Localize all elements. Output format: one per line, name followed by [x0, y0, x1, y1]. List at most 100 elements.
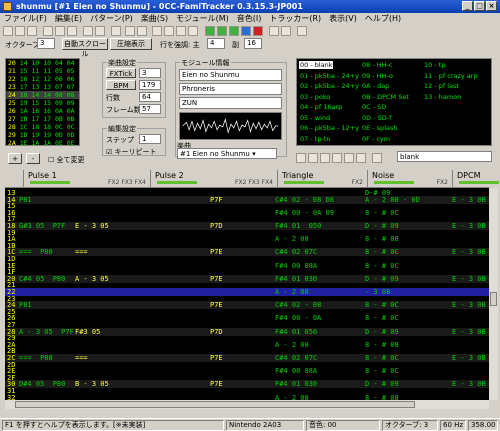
frame-row[interactable]: 21 15 11 11 05 05	[6, 67, 79, 75]
instrument-item[interactable]: 0C - SD	[361, 103, 386, 111]
frame-row[interactable]: 27 1B 17 17 0B 0B	[6, 115, 79, 123]
menu-pattern[interactable]: パターン(P)	[86, 14, 137, 23]
frame-row[interactable]: 25 19 15 15 09 09	[6, 99, 79, 107]
maximize-button[interactable]: □	[474, 1, 485, 11]
frame-row[interactable]: 28 1C 18 18 0C 0C	[6, 123, 79, 131]
menu-help[interactable]: ヘルプ(H)	[361, 14, 405, 23]
instrument-item[interactable]: 09 - HH-o	[361, 72, 393, 80]
menu-module[interactable]: モジュール(M)	[172, 14, 233, 23]
instrument-item[interactable]: 0A - dap	[361, 82, 389, 90]
save-file-icon[interactable]	[27, 26, 37, 36]
remove-instrument-icon[interactable]	[308, 153, 318, 163]
channel-header-2[interactable]: Triangle FX2	[277, 170, 367, 188]
settings-icon[interactable]	[111, 26, 121, 36]
horizontal-scrollbar[interactable]	[5, 400, 489, 409]
frames-input[interactable]: 57	[139, 104, 161, 114]
fxx-button[interactable]: FXTick	[106, 68, 136, 78]
instrument-item[interactable]: 02 - pk5ba - 24+y	[299, 82, 359, 90]
play-row-icon[interactable]	[229, 26, 239, 36]
new-instrument-icon[interactable]	[296, 153, 306, 163]
instrument-item[interactable]: 08 - HH-c	[361, 61, 392, 69]
instrument-item[interactable]: 0E - splash	[361, 124, 398, 132]
horizontal-scroll-thumb[interactable]	[15, 401, 415, 408]
octave-select[interactable]: 3	[37, 38, 55, 49]
bpm-input[interactable]: 179	[139, 80, 161, 90]
instrument-item[interactable]: 00 - blank	[299, 61, 333, 69]
frame-row[interactable]: 24 18 14 14 08 08	[6, 91, 79, 99]
menu-song[interactable]: 楽曲(S)	[137, 14, 172, 23]
duplicate-instrument-icon[interactable]	[320, 153, 330, 163]
autoscroll-button[interactable]: 自動スクロール	[62, 38, 108, 58]
menu-edit[interactable]: 編集(E)	[51, 14, 86, 23]
wave-icon[interactable]	[164, 26, 174, 36]
keyrepeat-checkbox[interactable]: ☑ キーリピート	[106, 147, 157, 157]
channel-header-3[interactable]: Noise FX2	[367, 170, 452, 188]
redo-icon[interactable]	[95, 26, 105, 36]
instrument-item[interactable]: 13 - hamon	[423, 93, 461, 101]
instrument-item[interactable]: 0B - DPCM Set	[361, 93, 409, 101]
instrument-list[interactable]: 00 - blank 01 - pk5ba - 24+y 02 - pk5ba - …	[296, 58, 492, 146]
menu-instrument[interactable]: 音色(I)	[233, 14, 266, 23]
vertical-scrollbar[interactable]	[489, 188, 498, 400]
highlight-secondary-input[interactable]: 16	[244, 38, 262, 49]
frame-row[interactable]: 23 17 13 13 07 07	[6, 83, 79, 91]
frame-list[interactable]: 20 14 10 10 04 04 21 15 11 11 05 05 22 16 …	[5, 58, 80, 147]
new-file-icon[interactable]	[3, 26, 13, 36]
instrument-item[interactable]: 07 - tp-tn	[299, 135, 330, 143]
channel-header-0[interactable]: Pulse 1 FX2 FX3 FX4	[23, 170, 150, 188]
close-button[interactable]: ×	[486, 1, 497, 11]
record-icon[interactable]	[253, 26, 263, 36]
channel-header-4[interactable]: DPCM	[452, 170, 499, 188]
paste-icon[interactable]	[67, 26, 77, 36]
instrument-item[interactable]: 03 - poko	[299, 93, 330, 101]
instrument-item[interactable]: 0D - SD-f	[361, 114, 391, 122]
edit-instrument-icon[interactable]	[356, 153, 366, 163]
frame-row[interactable]: 22 16 12 12 06 06	[6, 75, 79, 83]
instrument-name-input[interactable]: blank	[397, 151, 492, 162]
add-frame-button[interactable]: +	[8, 153, 22, 164]
rows-input[interactable]: 64	[139, 92, 161, 102]
vertical-scroll-thumb[interactable]	[490, 292, 497, 306]
instrument-icon[interactable]	[152, 26, 162, 36]
open-file-icon[interactable]	[15, 26, 25, 36]
instrument-item[interactable]: 04 - pf 16arp	[299, 103, 342, 111]
highlight-primary-input[interactable]: 4	[207, 38, 225, 49]
undo-icon[interactable]	[83, 26, 93, 36]
remove-frame-button[interactable]: -	[26, 153, 40, 164]
channel-header-1[interactable]: Pulse 2 FX2 FX3 FX4	[150, 170, 277, 188]
nsf-icon[interactable]	[297, 26, 307, 36]
copy-icon[interactable]	[55, 26, 65, 36]
instrument-settings-icon[interactable]	[372, 153, 382, 163]
module-copyright-input[interactable]: ZUN	[179, 97, 282, 109]
instrument-item[interactable]: 11 - pf crazy arp	[423, 72, 478, 80]
minimize-button[interactable]: _	[462, 1, 473, 11]
instrument-item[interactable]: 0F - cym	[361, 135, 390, 143]
module-name-input[interactable]: Eien no Shunmu	[179, 69, 282, 81]
song-select[interactable]: #1 Eien no Shunmu ▾	[177, 148, 277, 159]
instrument-item[interactable]: 05 - wind	[299, 114, 330, 122]
song-icon[interactable]	[188, 26, 198, 36]
instrument-item[interactable]: 12 - pf last	[423, 82, 459, 90]
step-input[interactable]: 1	[139, 134, 161, 144]
stop-icon[interactable]	[241, 26, 251, 36]
menu-tracker[interactable]: トラッカー(R)	[265, 14, 325, 23]
menu-file[interactable]: ファイル(F)	[0, 14, 51, 23]
play-icon[interactable]	[205, 26, 215, 36]
pencil-icon[interactable]	[137, 26, 147, 36]
frame-row[interactable]: 20 14 10 10 04 04	[6, 59, 79, 67]
fxx-input[interactable]: 3	[139, 68, 161, 78]
play-loop-icon[interactable]	[217, 26, 227, 36]
change-all-checkbox[interactable]: ☐ 全て変更	[48, 155, 85, 165]
pattern-editor[interactable]: 13 D-# 09 14 P81 P7F C#4 02 - 08 D8 A - 2 00 -…	[5, 188, 489, 400]
cut-icon[interactable]	[43, 26, 53, 36]
instrument-item[interactable]: 06 - pk5ba - 12+y	[299, 124, 359, 132]
menu-view[interactable]: 表示(V)	[325, 14, 361, 23]
instrument-item[interactable]: 01 - pk5ba - 24+y	[299, 72, 359, 80]
module-icon[interactable]	[176, 26, 186, 36]
load-instrument-icon[interactable]	[332, 153, 342, 163]
bpm-button[interactable]: BPM	[106, 80, 136, 90]
prev-track-icon[interactable]	[269, 26, 279, 36]
instrument-item[interactable]: 10 - tp	[423, 61, 445, 69]
select-icon[interactable]	[125, 26, 135, 36]
frame-row[interactable]: 26 1A 16 16 0A 0A	[6, 107, 79, 115]
